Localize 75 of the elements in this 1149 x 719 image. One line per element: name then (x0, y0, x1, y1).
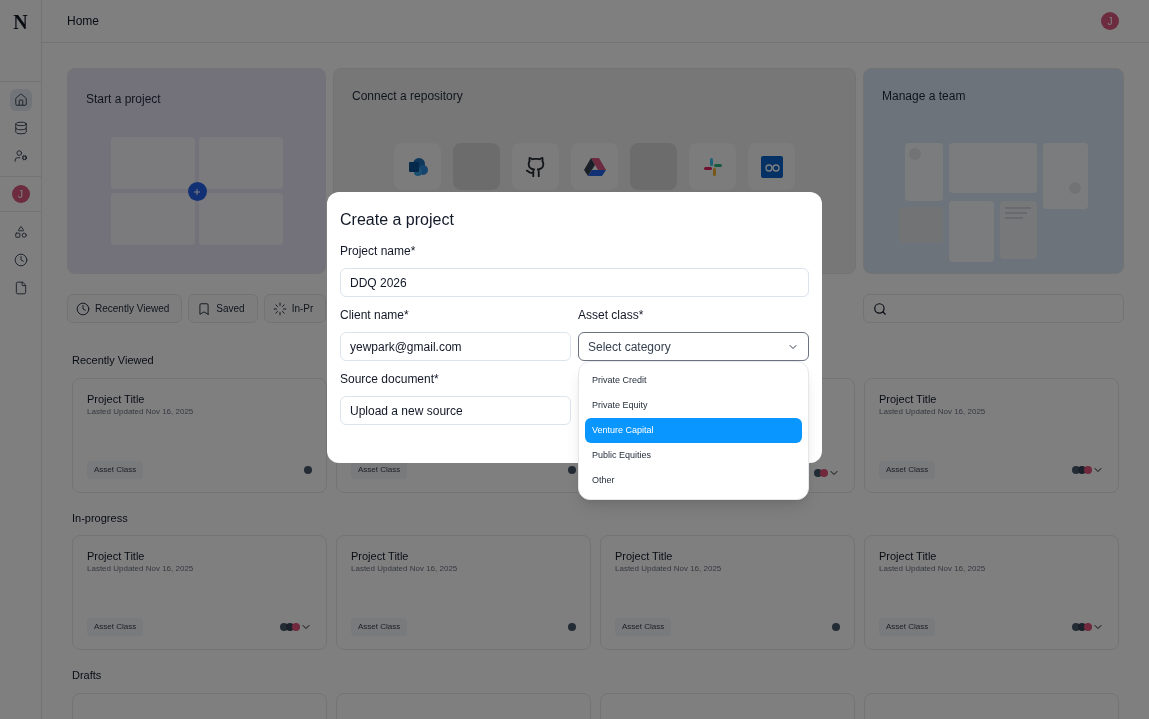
shapes-icon (13, 225, 28, 239)
client-name-field[interactable]: yewpark@gmail.com (340, 332, 571, 361)
hero-card-title: Connect a repository (352, 88, 463, 105)
field-label: Project name* (340, 243, 416, 260)
user-gear-icon (13, 149, 28, 163)
project-title: Project Title (615, 549, 673, 563)
loader-icon (272, 301, 287, 316)
section-title: Recently Viewed (72, 353, 154, 368)
hero-card[interactable]: Manage a team (863, 68, 1124, 274)
project-card[interactable]: Project Title Lasted Updated Nov 16, 2025 Asset Class (864, 535, 1119, 650)
clock-icon (13, 253, 28, 267)
dialog-title: Create a project (340, 210, 454, 230)
sharepoint-tile[interactable] (394, 143, 441, 190)
last-updated-text: Lasted Updated Nov 16, 2025 (879, 405, 986, 418)
project-title: Project Title (879, 391, 937, 406)
search-field[interactable] (863, 294, 1124, 323)
search-icon (873, 301, 887, 316)
field-label: Client name* (340, 307, 409, 324)
github-icon (524, 155, 547, 178)
project-card[interactable]: Project Title Lasted Updated Nov 16, 2025 Asset Class (336, 535, 591, 650)
slack-tile[interactable] (689, 143, 736, 190)
project-title: Project Title (351, 549, 409, 563)
dropdown-option[interactable]: Public Equities (585, 443, 802, 468)
sharepoint-icon (406, 155, 429, 178)
box-tile[interactable] (748, 143, 795, 190)
project-title: Project Title (87, 549, 145, 563)
asset-class-tag: Asset Class (351, 618, 408, 636)
asset-class-tag: Asset Class (879, 460, 936, 479)
field-label: Asset class* (578, 307, 644, 324)
page-title: Home (67, 13, 99, 30)
github-tile[interactable] (512, 143, 559, 190)
last-updated-text: Lasted Updated Nov 16, 2025 (879, 563, 986, 575)
asset-class-tag: Asset Class (87, 618, 144, 636)
last-updated-text: Lasted Updated Nov 16, 2025 (615, 563, 722, 575)
last-updated-text: Lasted Updated Nov 16, 2025 (87, 405, 194, 418)
last-updated-text: Lasted Updated Nov 16, 2025 (87, 563, 194, 575)
bookmark-icon (197, 301, 212, 316)
clock-icon (76, 301, 90, 316)
field-label: Source document* (340, 371, 439, 388)
project-name-field[interactable]: DDQ 2026 (340, 268, 809, 297)
asset-class-tag: Asset Class (879, 618, 936, 636)
section-title: In-progress (72, 510, 128, 526)
database-icon (13, 121, 28, 135)
home-icon (13, 93, 28, 107)
filter-button[interactable]: Recently Viewed (67, 294, 183, 323)
project-title: Project Title (879, 549, 937, 563)
section-title: Drafts (72, 668, 102, 683)
dropdown-option[interactable]: Venture Capital (585, 418, 802, 443)
hero-card-title: Start a project (86, 91, 161, 108)
home-nav-button[interactable] (9, 89, 32, 111)
box-logo-icon (760, 155, 783, 178)
source-document-field[interactable]: Upload a new source (340, 396, 571, 425)
filter-button[interactable]: Saved (188, 294, 258, 323)
dropdown-option[interactable]: Private Equity (585, 393, 802, 418)
logo[interactable]: N (13, 7, 28, 37)
asset-class-tag: Asset Class (87, 460, 144, 479)
user-avatar[interactable]: J (1101, 12, 1119, 30)
user-avatar[interactable]: J (11, 185, 30, 203)
hero-card-title: Manage a team (882, 88, 966, 105)
project-card[interactable]: Project Title Lasted Updated Nov 16, 2025 Asset Class (864, 377, 1119, 493)
project-title: Project Title (87, 391, 145, 406)
project-card[interactable]: Project Title Lasted Updated Nov 16, 2025 Asset Class (600, 535, 855, 650)
drive-icon (583, 156, 606, 177)
dropdown-option[interactable]: Private Credit (585, 368, 802, 393)
last-updated-text: Lasted Updated Nov 16, 2025 (351, 563, 458, 575)
dropdown-option[interactable]: Other (585, 468, 802, 493)
asset-class-tag: Asset Class (615, 618, 672, 636)
filter-button[interactable]: In-Pr (263, 294, 327, 323)
asset-class-select[interactable]: Select category (578, 332, 809, 361)
project-card[interactable]: Project Title Lasted Updated Nov 16, 2025 Asset Class (72, 535, 327, 650)
project-card[interactable]: Project Title Lasted Updated Nov 16, 2025 Asset Class (72, 377, 327, 493)
hero-card[interactable]: Start a project (67, 68, 326, 274)
slack-icon (702, 156, 723, 177)
drive-tile[interactable] (571, 143, 618, 190)
file-icon (13, 281, 28, 295)
